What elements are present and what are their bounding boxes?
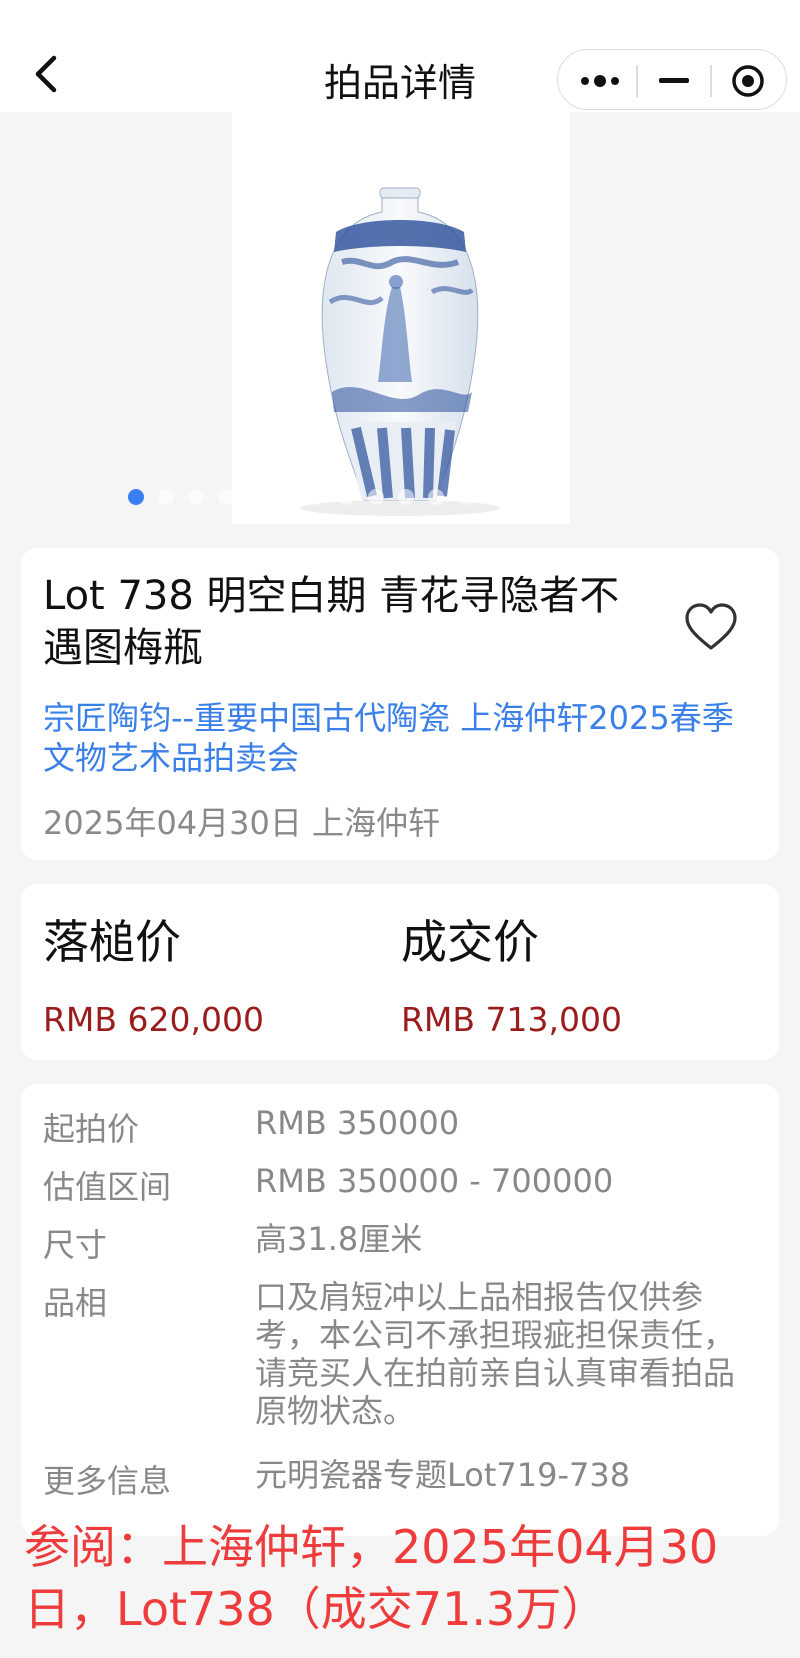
price-card: 落槌价 RMB 620,000 成交价 RMB 713,000 <box>21 884 779 1060</box>
carousel-dot[interactable] <box>278 489 294 505</box>
carousel-dot[interactable] <box>398 489 414 505</box>
minimize-icon <box>659 77 689 83</box>
lot-photo[interactable] <box>232 112 570 524</box>
carousel-indicator <box>128 489 564 505</box>
detail-value: 高31.8厘米 <box>255 1220 423 1258</box>
lot-details-card: 起拍价 RMB 350000 估值区间 RMB 350000 - 700000 … <box>21 1084 779 1536</box>
detail-key: 起拍价 <box>43 1110 140 1148</box>
capsule-divider <box>710 65 712 97</box>
mini-program-capsule <box>557 49 787 110</box>
close-mini-program-button[interactable] <box>714 50 782 111</box>
deal-price-value: RMB 713,000 <box>401 1000 622 1039</box>
hammer-price: 落槌价 RMB 620,000 <box>43 906 264 1039</box>
hammer-price-label: 落槌价 <box>43 915 181 969</box>
detail-key: 更多信息 <box>43 1462 172 1500</box>
heart-outline-icon <box>685 603 737 650</box>
carousel-dot[interactable] <box>338 489 354 505</box>
favorite-button[interactable] <box>683 600 739 656</box>
hammer-price-value: RMB 620,000 <box>43 1000 264 1039</box>
carousel-dot[interactable] <box>548 489 564 505</box>
detail-value: RMB 350000 - 700000 <box>255 1162 614 1200</box>
carousel-dot[interactable] <box>128 489 144 505</box>
carousel-dot[interactable] <box>188 489 204 505</box>
detail-value[interactable]: 元明瓷器专题Lot719-738 <box>255 1456 755 1494</box>
carousel-dot[interactable] <box>368 489 384 505</box>
reference-note: 参阅：上海仲轩，2025年04月30日，Lot738（成交71.3万） <box>24 1520 719 1636</box>
more-button[interactable] <box>566 50 634 111</box>
image-carousel[interactable] <box>0 112 800 524</box>
detail-key: 估值区间 <box>43 1168 172 1206</box>
vase-image <box>300 187 500 516</box>
carousel-dot[interactable] <box>428 489 444 505</box>
detail-key: 品相 <box>43 1284 108 1322</box>
carousel-dot[interactable] <box>458 489 474 505</box>
detail-value: RMB 350000 <box>255 1104 460 1142</box>
minimize-button[interactable] <box>640 50 708 111</box>
lot-info-card: Lot 738 明空白期 青花寻隐者不遇图梅瓶 宗匠陶钧--重要中国古代陶瓷 上… <box>21 548 779 860</box>
auction-date-house: 2025年04月30日 上海仲轩 <box>43 804 441 842</box>
deal-price-label: 成交价 <box>401 915 539 969</box>
carousel-dot[interactable] <box>308 489 324 505</box>
carousel-dot[interactable] <box>488 489 504 505</box>
carousel-dot[interactable] <box>248 489 264 505</box>
carousel-dot[interactable] <box>518 489 534 505</box>
auction-sale-link[interactable]: 宗匠陶钧--重要中国古代陶瓷 上海仲轩2025春季文物艺术品拍卖会 <box>43 698 763 778</box>
carousel-dot[interactable] <box>218 489 234 505</box>
lot-title: Lot 738 明空白期 青花寻隐者不遇图梅瓶 <box>43 573 620 671</box>
deal-price: 成交价 RMB 713,000 <box>401 906 622 1039</box>
more-dots-icon <box>581 74 619 87</box>
detail-value: 口及肩短冲以上品相报告仅供参考，本公司不承担瑕疵担保责任，请竞买人在拍前亲自认真… <box>255 1278 736 1430</box>
detail-key: 尺寸 <box>43 1226 108 1264</box>
nav-bar: 拍品详情 <box>0 0 800 112</box>
carousel-dot[interactable] <box>158 489 174 505</box>
capsule-divider <box>636 65 638 97</box>
target-close-icon <box>732 64 764 97</box>
